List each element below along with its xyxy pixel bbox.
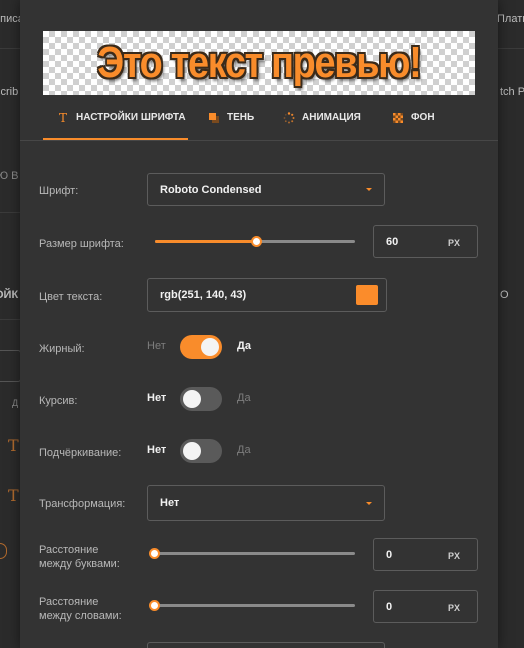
toggle-no-label[interactable]: Нет — [147, 340, 166, 352]
switch-thumb — [183, 390, 201, 408]
slider-handle[interactable] — [149, 548, 160, 559]
italic-switch[interactable] — [180, 387, 222, 411]
unit-label: PX — [448, 238, 461, 248]
word-spacing-value: 0 — [386, 601, 393, 613]
bg-fragment: tch P — [500, 86, 524, 98]
slider-handle[interactable] — [251, 236, 262, 247]
chevron-down-icon — [366, 188, 372, 191]
font-select[interactable]: Roboto Condensed — [147, 173, 385, 206]
toggle-no-label[interactable]: Нет — [147, 392, 166, 404]
word-spacing-slider[interactable] — [149, 599, 355, 611]
font-size-slider[interactable] — [155, 235, 355, 247]
slider-fill — [155, 240, 257, 243]
bold-switch[interactable] — [180, 335, 222, 359]
letter-spacing-slider[interactable] — [149, 547, 355, 559]
background-pattern-icon — [392, 112, 404, 123]
switch-thumb — [183, 442, 201, 460]
text-color-value: rgb(251, 140, 43) — [160, 289, 247, 301]
tab-shadow[interactable]: ТЕНЬ — [208, 96, 254, 139]
tab-label: ФОН — [411, 112, 435, 123]
settings-tabs: T НАСТРОЙКИ ШРИФТА ТЕНЬ АНИМАЦИЯ ФОН — [20, 96, 498, 141]
bold-label: Жирный: — [39, 343, 85, 355]
label-line: между словами: — [39, 610, 122, 622]
bg-fragment: ОЙК — [0, 289, 19, 301]
toggle-no-label[interactable]: Нет — [147, 444, 166, 456]
text-settings-modal: Это текст превью! T НАСТРОЙКИ ШРИФТА ТЕН… — [20, 0, 498, 648]
spinner-icon — [283, 111, 295, 124]
text-preview: Это текст превью! — [43, 31, 475, 95]
label-line: Расстояние — [39, 544, 99, 556]
preview-text: Это текст превью! — [97, 38, 422, 87]
font-label: Шрифт: — [39, 185, 79, 197]
bg-input — [0, 350, 21, 382]
underline-switch[interactable] — [180, 439, 222, 463]
label-line: Расстояние — [39, 596, 99, 608]
letter-spacing-value: 0 — [386, 549, 393, 561]
toggle-yes-label[interactable]: Да — [237, 340, 251, 352]
text-icon: T — [58, 110, 67, 125]
underline-label: Подчёркивание: — [39, 447, 122, 459]
bg-divider — [498, 48, 524, 49]
shadow-icon — [208, 112, 220, 123]
word-spacing-label: Расстояние между словами: — [39, 595, 122, 623]
font-select-value: Roboto Condensed — [160, 183, 262, 196]
tab-animation[interactable]: АНИМАЦИЯ — [283, 96, 361, 139]
transform-select-value: Нет — [160, 497, 180, 509]
unit-label: PX — [448, 603, 461, 613]
tab-background[interactable]: ФОН — [392, 96, 435, 139]
bg-fragment: О — [500, 289, 509, 301]
bg-fragment: Платн — [497, 13, 524, 25]
font-size-value: 60 — [386, 236, 399, 248]
text-color-label: Цвет текста: — [39, 291, 103, 303]
italic-label: Курсив: — [39, 395, 78, 407]
chevron-down-icon — [366, 502, 372, 505]
bg-fragment: Ю В — [0, 170, 19, 182]
toggle-yes-label[interactable]: Да — [237, 444, 251, 456]
bg-divider — [0, 212, 20, 213]
color-swatch[interactable] — [356, 285, 378, 305]
bg-fragment: Д — [12, 398, 19, 408]
word-spacing-input[interactable]: 0 PX — [373, 590, 478, 623]
bg-radio — [0, 543, 7, 559]
slider-track — [155, 552, 355, 555]
tab-label: ТЕНЬ — [227, 112, 255, 123]
slider-track — [155, 604, 355, 607]
tab-font-settings[interactable]: T НАСТРОЙКИ ШРИФТА — [43, 96, 188, 140]
bg-divider — [0, 319, 20, 320]
next-field-input[interactable] — [147, 642, 385, 648]
bg-text-icon: T — [8, 436, 19, 455]
bg-divider — [0, 48, 20, 49]
toggle-yes-label[interactable]: Да — [237, 392, 251, 404]
font-size-input[interactable]: 60 PX — [373, 225, 478, 258]
font-size-label: Размер шрифта: — [39, 238, 124, 250]
slider-handle[interactable] — [149, 600, 160, 611]
transform-label: Трансформация: — [39, 498, 126, 510]
tab-label: АНИМАЦИЯ — [302, 112, 361, 123]
bg-fragment: scrib — [0, 86, 19, 98]
letter-spacing-input[interactable]: 0 PX — [373, 538, 478, 571]
switch-thumb — [201, 338, 219, 356]
letter-spacing-label: Расстояние между буквами: — [39, 543, 120, 571]
unit-label: PX — [448, 551, 461, 561]
label-line: между буквами: — [39, 558, 120, 570]
tab-label: НАСТРОЙКИ ШРИФТА — [76, 112, 186, 123]
transform-select[interactable]: Нет — [147, 485, 385, 521]
text-color-input[interactable]: rgb(251, 140, 43) — [147, 278, 387, 312]
bg-text-icon: T — [8, 486, 19, 505]
